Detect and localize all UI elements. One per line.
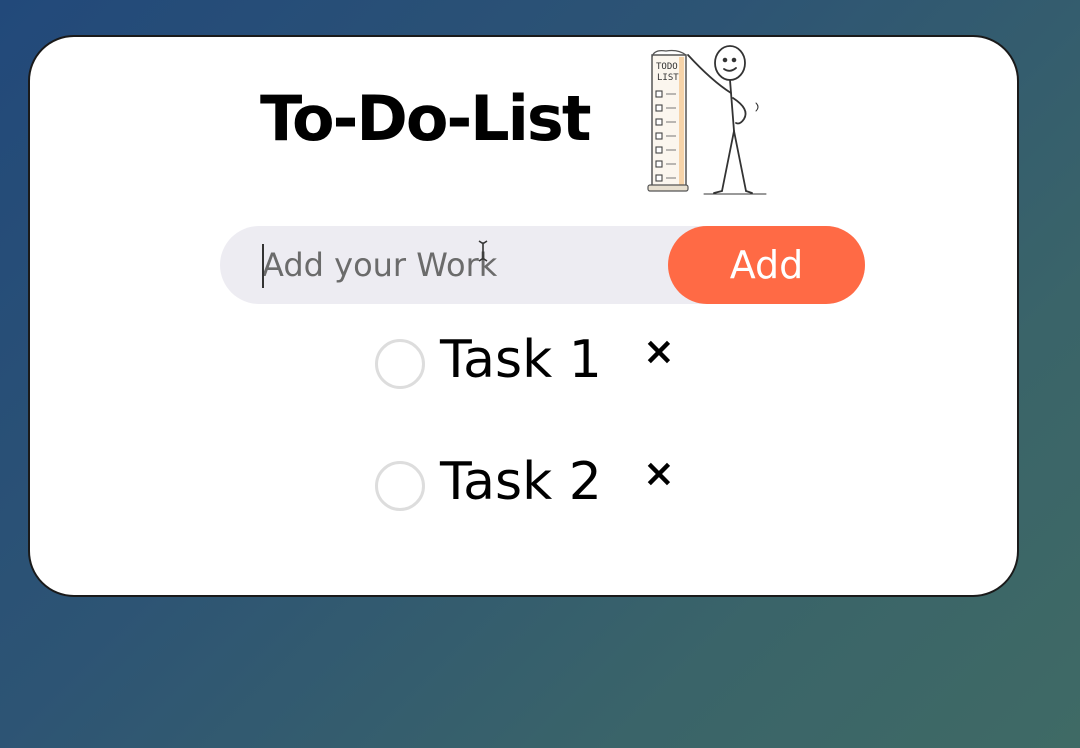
close-icon[interactable]: × — [643, 329, 675, 373]
task-item[interactable]: Task 1 × — [375, 327, 735, 390]
task-list: Task 1 × Task 2 × — [375, 327, 735, 571]
task-item[interactable]: Task 2 × — [375, 449, 735, 512]
todo-card: To-Do-List TODO LIST Add your Work Add T… — [28, 35, 1019, 597]
svg-text:LIST: LIST — [657, 73, 679, 83]
text-caret — [262, 244, 264, 288]
add-task-form: Add — [220, 226, 865, 304]
work-input[interactable] — [262, 240, 642, 290]
task-label: Task 2 — [440, 452, 602, 512]
task-checkbox[interactable] — [375, 339, 425, 389]
svg-text:TODO: TODO — [656, 62, 678, 72]
app-title: To-Do-List — [260, 82, 591, 155]
stick-figure-todo-list-icon: TODO LIST — [647, 45, 767, 195]
task-checkbox[interactable] — [375, 461, 425, 511]
close-icon[interactable]: × — [643, 451, 675, 495]
task-label: Task 1 — [440, 330, 602, 390]
add-button[interactable]: Add — [668, 226, 865, 304]
ibeam-cursor-icon — [478, 240, 488, 262]
